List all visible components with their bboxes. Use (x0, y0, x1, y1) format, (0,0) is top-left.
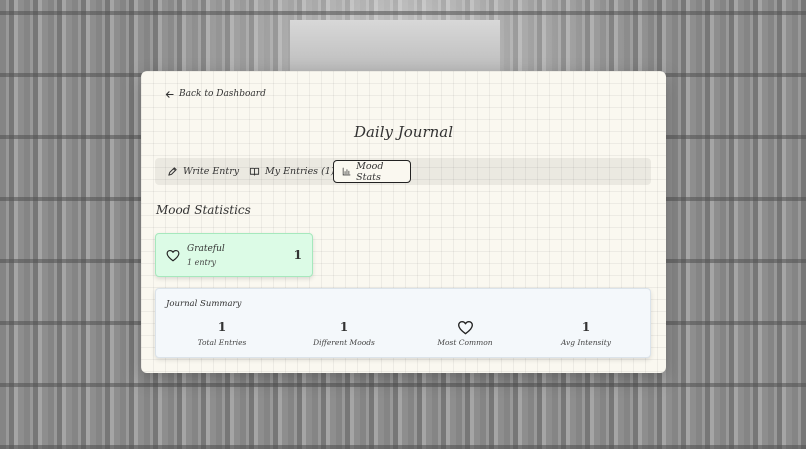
mood-entry-count-label: 1 entry (187, 258, 217, 267)
mood-name: Grateful (187, 244, 225, 254)
tab-write-entry-label: Write Entry (183, 166, 240, 177)
heart-icon (166, 249, 180, 262)
back-label: Back to Dashboard (179, 89, 266, 99)
journal-card: Back to Dashboard Daily Journal Write En… (141, 71, 666, 373)
stat-total-entries-label: Total Entries (197, 338, 247, 347)
tab-bar: Write Entry My Entries (1) Mood Stats (155, 158, 651, 185)
stat-avg-intensity: 1 Avg Intensity (531, 319, 641, 347)
stat-total-entries-value: 1 (217, 320, 227, 334)
stat-avg-intensity-label: Avg Intensity (560, 338, 612, 347)
arrow-left-icon (165, 90, 174, 98)
stat-total-entries: 1 Total Entries (167, 319, 277, 347)
stat-different-moods: 1 Different Moods (289, 319, 399, 347)
page-title: Daily Journal (353, 123, 454, 141)
mood-statistics-heading: Mood Statistics (156, 203, 251, 217)
back-to-dashboard-link[interactable]: Back to Dashboard (165, 89, 266, 99)
mood-count: 1 (293, 248, 302, 262)
mood-card-grateful: Grateful 1 entry 1 (155, 233, 313, 277)
tab-my-entries-label: My Entries (1) (265, 166, 335, 177)
tab-my-entries[interactable]: My Entries (1) (241, 160, 343, 183)
heart-icon (457, 320, 473, 334)
journal-summary-card: Journal Summary 1 Total Entries 1 Differ… (155, 288, 651, 358)
pen-icon (168, 167, 177, 176)
stat-avg-intensity-value: 1 (581, 320, 591, 334)
journal-summary-heading: Journal Summary (166, 299, 242, 309)
tab-mood-stats-label: Mood Stats (356, 160, 384, 183)
stat-most-common-icon-wrap (410, 319, 520, 335)
tab-mood-stats[interactable]: Mood Stats (333, 160, 411, 183)
stat-different-moods-value: 1 (339, 320, 349, 334)
stat-different-moods-label: Different Moods (313, 338, 375, 347)
stat-most-common: Most Common (410, 319, 520, 347)
book-icon (249, 167, 260, 176)
tab-write-entry[interactable]: Write Entry (159, 160, 247, 183)
stat-most-common-label: Most Common (437, 338, 493, 347)
bar-chart-icon (342, 167, 351, 176)
